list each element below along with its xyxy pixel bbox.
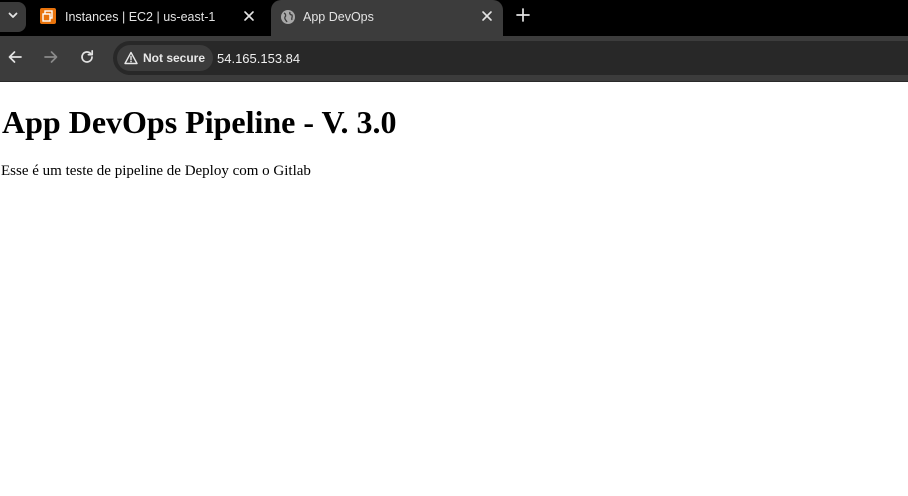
reload-icon	[79, 49, 95, 70]
tab-app-devops[interactable]: App DevOps	[271, 0, 503, 36]
plus-icon	[516, 7, 530, 27]
aws-ec2-icon	[40, 8, 56, 24]
tab-instances-ec2[interactable]: Instances | EC2 | us-east-1	[30, 0, 268, 36]
globe-icon	[280, 9, 296, 25]
page-content: App DevOps Pipeline - V. 3.0 Esse é um t…	[0, 82, 908, 496]
tab-search-button[interactable]	[0, 2, 26, 32]
browser-window: Instances | EC2 | us-east-1 App DevOps N…	[0, 0, 908, 496]
forward-button[interactable]	[41, 49, 61, 69]
page-paragraph: Esse é um teste de pipeline de Deploy co…	[1, 163, 311, 179]
address-bar[interactable]: Not secure 54.165.153.84	[113, 41, 908, 75]
security-indicator[interactable]: Not secure	[117, 45, 214, 71]
arrow-left-icon	[7, 49, 23, 70]
tab-strip: Instances | EC2 | us-east-1 App DevOps	[0, 0, 908, 36]
tab-title: Instances | EC2 | us-east-1	[65, 10, 216, 24]
arrow-right-icon	[43, 49, 59, 70]
close-icon[interactable]	[241, 8, 257, 24]
warning-triangle-icon	[124, 51, 138, 65]
security-label: Not secure	[143, 51, 206, 65]
browser-toolbar: Not secure 54.165.153.84	[0, 36, 908, 82]
new-tab-button[interactable]	[513, 7, 533, 27]
url-text[interactable]: 54.165.153.84	[217, 51, 300, 66]
reload-button[interactable]	[77, 49, 97, 69]
close-icon[interactable]	[479, 8, 495, 24]
tab-title: App DevOps	[303, 10, 374, 24]
chevron-down-icon	[7, 8, 19, 26]
page-heading: App DevOps Pipeline - V. 3.0	[2, 104, 397, 140]
back-button[interactable]	[5, 49, 25, 69]
